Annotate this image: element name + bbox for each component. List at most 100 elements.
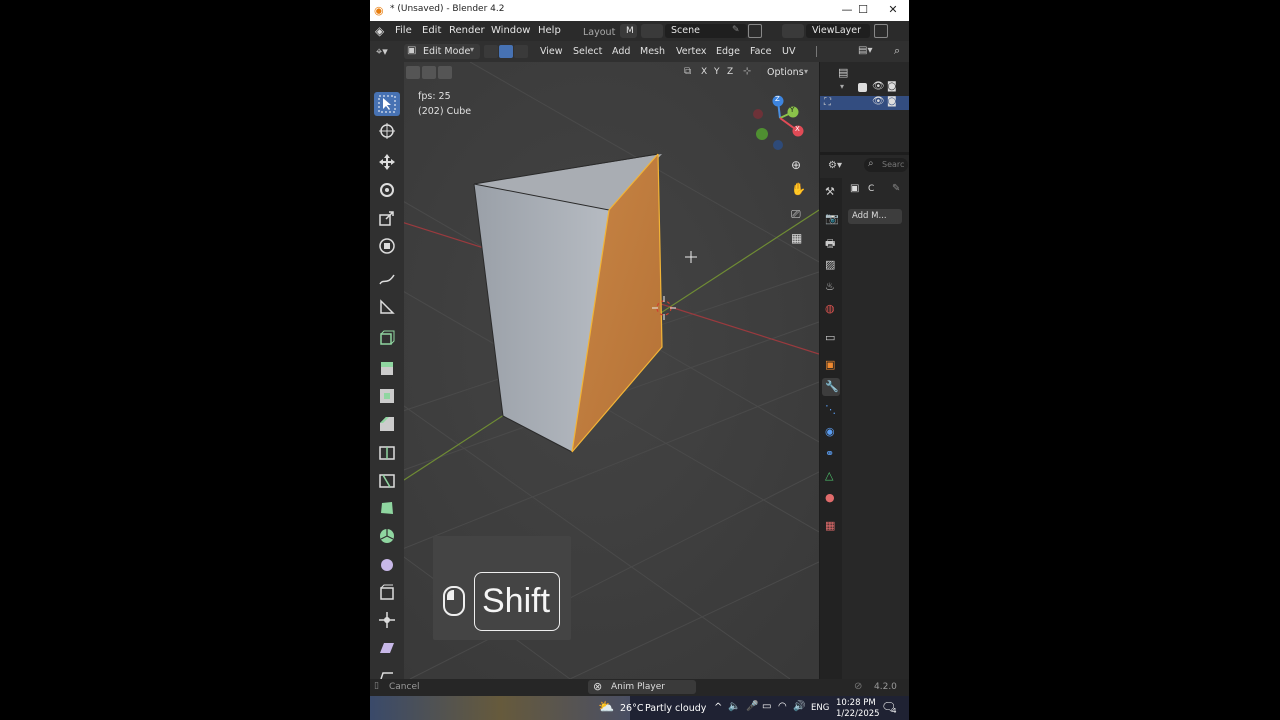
- weather-desc[interactable]: Partly cloudy: [645, 703, 706, 714]
- new-view-layer-icon[interactable]: [874, 24, 888, 38]
- menu-add[interactable]: Add: [612, 46, 630, 57]
- add-cube-tool-button[interactable]: [374, 326, 400, 350]
- expand-arrow-icon[interactable]: ▾: [840, 82, 844, 91]
- close-button[interactable]: ✕: [878, 3, 908, 16]
- scene-browse-icon[interactable]: [641, 24, 663, 38]
- loop-cut-tool-button[interactable]: [374, 440, 400, 464]
- volume-icon[interactable]: 🔈: [728, 701, 740, 712]
- shear-tool-button[interactable]: [374, 636, 400, 660]
- clock-time[interactable]: 10:28 PM: [836, 698, 876, 708]
- mouse-left-icon: ▯: [374, 681, 379, 691]
- tool-tab-icon[interactable]: ⚒: [825, 185, 835, 198]
- scale-tool-button[interactable]: [374, 206, 400, 230]
- weather-temp[interactable]: 26°C: [620, 703, 643, 714]
- speaker-icon[interactable]: 🔊: [793, 701, 805, 712]
- new-scene-icon[interactable]: [748, 24, 762, 38]
- inset-tool-button[interactable]: [374, 384, 400, 408]
- mirror-x-toggle[interactable]: X: [701, 67, 707, 77]
- menu-edit[interactable]: Edit: [422, 25, 441, 36]
- cancel-circle-icon[interactable]: ⊗: [593, 680, 602, 693]
- select-subtract-mode-icon[interactable]: [406, 66, 420, 79]
- workspace-tab-layout[interactable]: Layout: [583, 27, 615, 38]
- render-tab-icon[interactable]: 📷: [825, 212, 839, 225]
- transform-tool-button[interactable]: [374, 234, 400, 258]
- view-layer-browse-icon[interactable]: [782, 24, 804, 38]
- tray-chevron-icon[interactable]: ^: [714, 702, 722, 713]
- smooth-tool-button[interactable]: [374, 552, 400, 576]
- menu-file[interactable]: File: [395, 25, 412, 36]
- data-tab-icon[interactable]: △: [825, 469, 833, 482]
- select-difference-mode-icon[interactable]: [422, 66, 436, 79]
- menu-vertex[interactable]: Vertex: [676, 46, 707, 57]
- visibility-eye-icon[interactable]: 👁: [872, 96, 885, 107]
- select-tool-button[interactable]: [374, 92, 400, 116]
- render-camera-icon[interactable]: ◙: [887, 81, 897, 92]
- select-intersect-mode-icon[interactable]: [438, 66, 452, 79]
- particles-tab-icon[interactable]: ⋱: [825, 403, 836, 416]
- language-indicator[interactable]: ENG: [811, 703, 829, 713]
- mirror-z-toggle[interactable]: Z: [727, 67, 733, 77]
- weather-icon[interactable]: ⛅: [598, 700, 614, 715]
- annotate-tool-button[interactable]: [374, 267, 400, 291]
- render-camera-icon[interactable]: ◙: [887, 96, 897, 107]
- menu-view[interactable]: View: [540, 46, 563, 57]
- camera-view-icon[interactable]: ⎚: [791, 207, 801, 222]
- menu-uv[interactable]: UV: [782, 46, 795, 57]
- editor-type-icon[interactable]: ⌖▾: [376, 45, 388, 59]
- properties-editor-type-icon[interactable]: ⚙▾: [828, 160, 842, 171]
- texture-tab-icon[interactable]: ▦: [825, 519, 835, 532]
- menu-window[interactable]: Window: [491, 25, 530, 36]
- output-tab-icon[interactable]: 🖶: [825, 235, 835, 254]
- perspective-toggle-icon[interactable]: ▦: [791, 231, 802, 245]
- 3d-viewport[interactable]: fps: 25 (202) Cube ⧉ X Y Z ⊹ Options ▾ Z: [370, 62, 819, 679]
- vertex-select-mode-button[interactable]: [484, 45, 498, 58]
- menu-face[interactable]: Face: [750, 46, 771, 57]
- spin-tool-button[interactable]: [374, 524, 400, 548]
- mirror-y-toggle[interactable]: Y: [714, 67, 720, 77]
- battery-icon[interactable]: ▭: [762, 701, 771, 712]
- navigation-gizmo[interactable]: [750, 92, 810, 152]
- rotate-tool-button[interactable]: [374, 178, 400, 202]
- object-tab-icon[interactable]: ▣: [825, 358, 835, 371]
- bevel-tool-button[interactable]: [374, 412, 400, 436]
- scene-tab-icon[interactable]: ♨: [825, 280, 835, 293]
- move-tool-button[interactable]: [374, 150, 400, 174]
- material-tab-icon[interactable]: ●: [825, 491, 835, 504]
- measure-tool-button[interactable]: [374, 295, 400, 319]
- menu-help[interactable]: Help: [538, 25, 561, 36]
- menu-mesh[interactable]: Mesh: [640, 46, 665, 57]
- physics-tab-icon[interactable]: ◉: [825, 425, 835, 438]
- menu-edge[interactable]: Edge: [716, 46, 740, 57]
- menu-render[interactable]: Render: [449, 25, 485, 36]
- pan-hand-icon[interactable]: ✋: [791, 182, 806, 196]
- edge-slide-tool-button[interactable]: [374, 580, 400, 604]
- visibility-eye-icon[interactable]: 👁: [872, 81, 885, 92]
- extrude-tool-button[interactable]: [374, 356, 400, 380]
- blender-menu-icon[interactable]: ◈: [375, 24, 384, 38]
- face-select-mode-button[interactable]: [514, 45, 528, 58]
- collection-tab-icon[interactable]: ▭: [825, 331, 835, 344]
- edge-select-mode-button[interactable]: [499, 45, 513, 58]
- clock-date[interactable]: 1/22/2025: [836, 709, 880, 719]
- collection-checkbox[interactable]: [858, 83, 867, 92]
- blender-version: 4.2.0: [874, 682, 897, 692]
- microphone-icon[interactable]: 🎤: [746, 701, 758, 712]
- outliner-filter-icon[interactable]: ▤: [838, 66, 848, 79]
- scene-pin-icon[interactable]: ✎: [732, 25, 740, 35]
- auto-merge-icon[interactable]: ⊹: [743, 66, 751, 77]
- zoom-icon[interactable]: ⊕: [791, 158, 801, 172]
- pin-icon[interactable]: ✎: [892, 183, 900, 194]
- cursor-tool-button[interactable]: [374, 119, 400, 143]
- outliner-search-icon[interactable]: ⌕: [894, 44, 900, 58]
- menu-select[interactable]: Select: [573, 46, 602, 57]
- view-layer-tab-icon[interactable]: ▨: [825, 258, 835, 271]
- outliner-editor-type-icon[interactable]: ▤▾: [858, 45, 872, 56]
- constraints-tab-icon[interactable]: ⚭: [825, 447, 834, 460]
- maximize-button[interactable]: ☐: [848, 3, 878, 16]
- poly-build-tool-button[interactable]: [374, 496, 400, 520]
- fps-readout: fps: 25: [418, 91, 451, 102]
- shrink-fatten-tool-button[interactable]: [374, 608, 400, 632]
- wifi-icon[interactable]: ◠: [778, 701, 787, 712]
- world-tab-icon[interactable]: ◍: [825, 302, 835, 315]
- knife-tool-button[interactable]: [374, 468, 400, 492]
